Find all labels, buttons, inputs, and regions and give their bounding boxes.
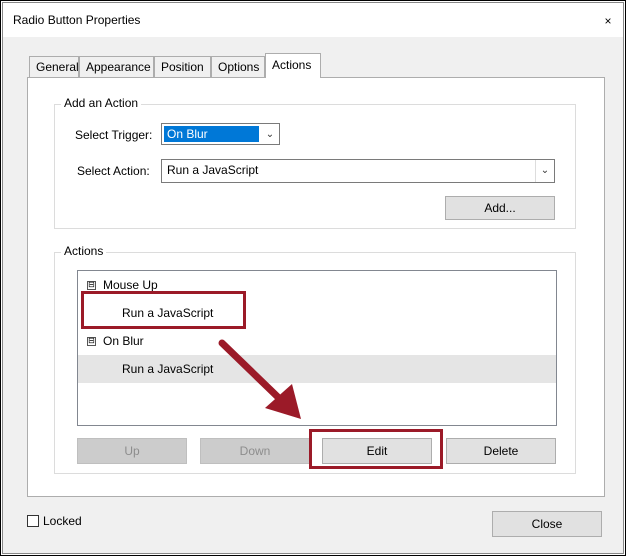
arrow-shaft (218, 339, 287, 406)
tab-actions[interactable]: Actions (265, 53, 321, 78)
annotation-arrow (218, 339, 301, 419)
